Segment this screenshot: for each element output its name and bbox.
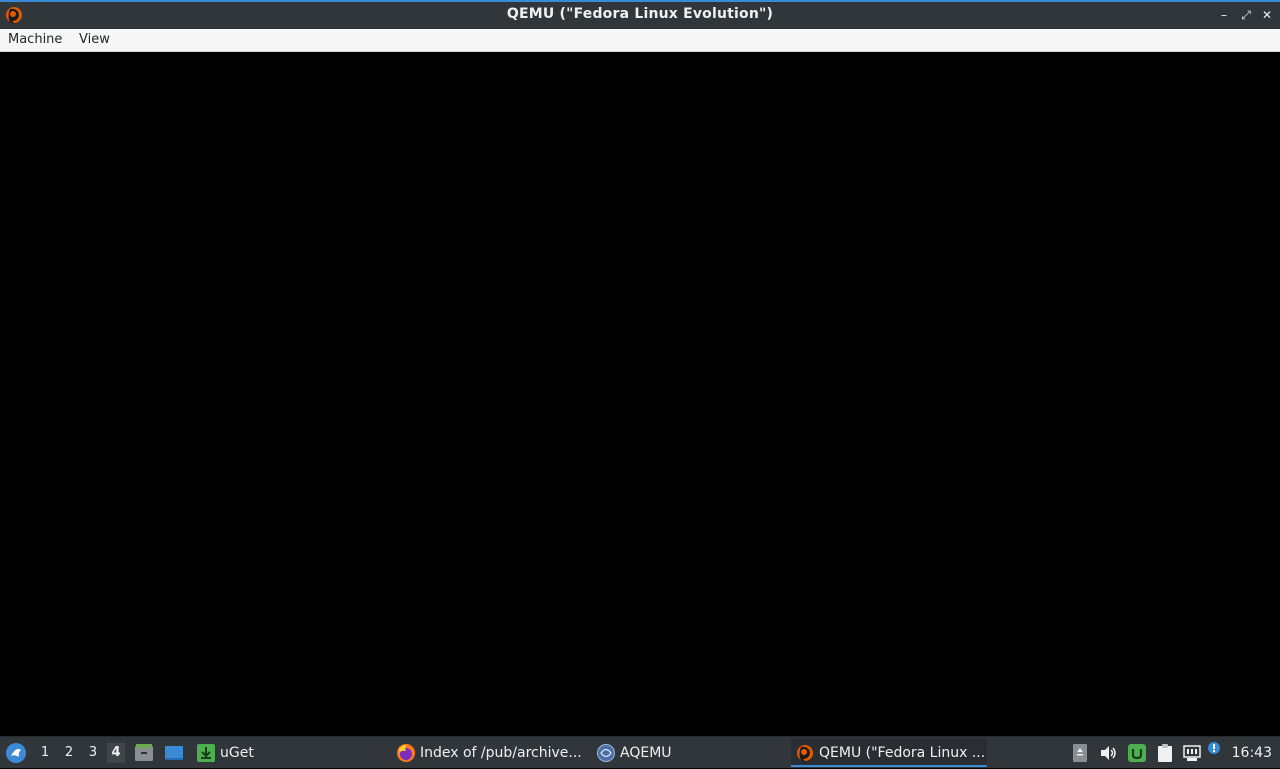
task-uget[interactable]: uGet: [192, 739, 382, 767]
firefox-icon: [397, 744, 415, 762]
task-aqemu[interactable]: AQEMU: [592, 739, 782, 767]
removable-media-icon[interactable]: [1070, 743, 1090, 763]
minimize-button[interactable]: –: [1216, 7, 1232, 23]
clipboard-icon[interactable]: [1155, 743, 1175, 763]
aqemu-icon: [597, 744, 615, 762]
vm-display[interactable]: [0, 52, 1280, 736]
workspace-4[interactable]: 4: [107, 743, 125, 763]
volume-icon[interactable]: [1098, 743, 1118, 763]
task-qemu[interactable]: QEMU ("Fedora Linux ...: [791, 739, 987, 767]
task-label: uGet: [220, 745, 254, 761]
menu-view[interactable]: View: [79, 32, 110, 47]
close-button[interactable]: ✕: [1259, 7, 1275, 23]
taskbar: 1 2 3 4 uGet Index of /pub/archive... AQ…: [0, 736, 1280, 768]
qemu-window: QEMU ("Fedora Linux Evolution") – ⤢ ✕ Ma…: [0, 0, 1280, 736]
file-manager-icon[interactable]: [134, 743, 154, 763]
show-desktop-icon[interactable]: [164, 743, 184, 763]
task-label: Index of /pub/archive...: [420, 745, 582, 761]
window-titlebar[interactable]: QEMU ("Fedora Linux Evolution") – ⤢ ✕: [0, 0, 1280, 29]
workspace-2[interactable]: 2: [60, 743, 78, 763]
clock[interactable]: 16:43: [1232, 737, 1272, 769]
notification-icon[interactable]: [1207, 741, 1221, 755]
window-title: QEMU ("Fedora Linux Evolution"): [506, 6, 774, 22]
workspace-1[interactable]: 1: [36, 743, 54, 763]
menu-machine[interactable]: Machine: [8, 32, 62, 47]
task-label: QEMU ("Fedora Linux ...: [819, 745, 986, 761]
start-menu-icon[interactable]: [5, 742, 27, 764]
uget-tray-icon[interactable]: [1127, 743, 1147, 763]
task-firefox[interactable]: Index of /pub/archive...: [392, 739, 588, 767]
qemu-icon: [797, 745, 813, 762]
workspace-3[interactable]: 3: [84, 743, 102, 763]
maximize-button[interactable]: ⤢: [1238, 7, 1254, 23]
network-icon[interactable]: [1182, 743, 1202, 763]
uget-icon: [197, 744, 215, 762]
menubar: Machine View: [0, 29, 1280, 52]
task-label: AQEMU: [620, 745, 672, 761]
